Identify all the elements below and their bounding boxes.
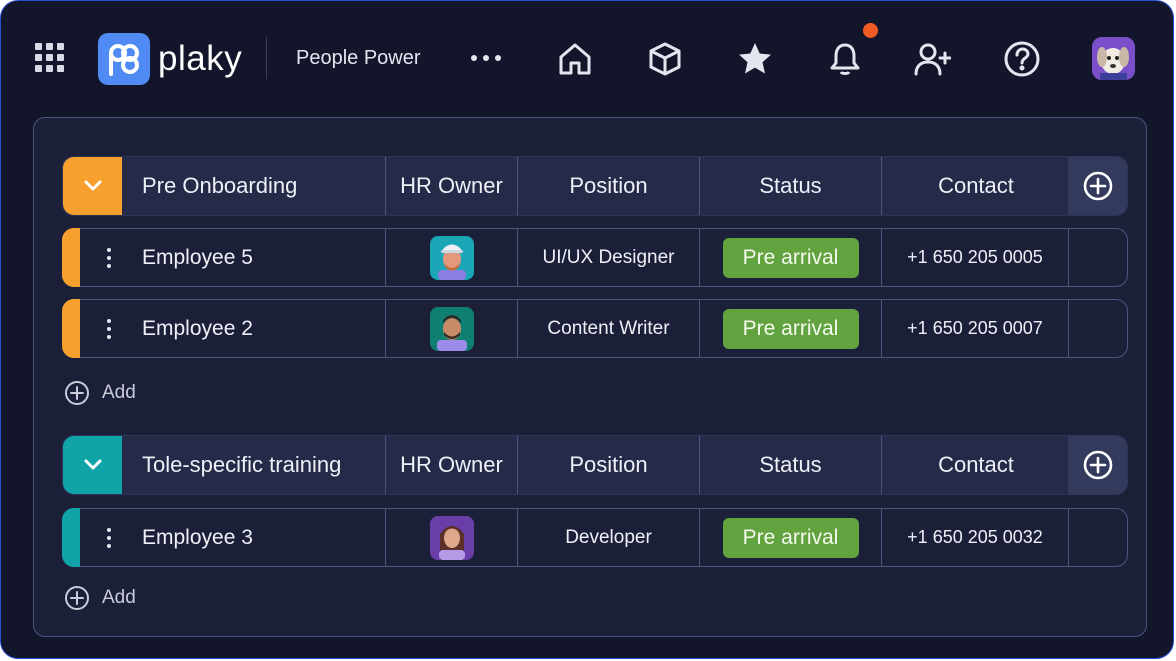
group-header: Pre Onboarding HR Owner Position Status …: [62, 156, 1128, 216]
home-icon[interactable]: [555, 39, 595, 79]
group-title[interactable]: Pre Onboarding: [122, 157, 385, 215]
contact-cell[interactable]: +1 650 205 0005: [881, 229, 1068, 286]
grid-icon[interactable]: [35, 43, 65, 73]
plaky-logo[interactable]: plaky: [98, 33, 242, 85]
status-cell: Pre arrival: [699, 300, 881, 357]
employee-name[interactable]: Employee 3: [122, 509, 385, 566]
column-header-hr-owner[interactable]: HR Owner: [385, 436, 517, 494]
contact-cell[interactable]: +1 650 205 0007: [881, 300, 1068, 357]
status-badge[interactable]: Pre arrival: [722, 517, 859, 558]
hr-owner-cell: [385, 229, 517, 286]
column-header-contact[interactable]: Contact: [881, 157, 1070, 215]
column-header-status[interactable]: Status: [699, 157, 881, 215]
help-icon[interactable]: [1002, 39, 1042, 79]
plaky-logo-mark-icon: [98, 33, 150, 85]
add-item-label: Add: [102, 587, 136, 608]
plus-circle-icon: [1083, 450, 1112, 480]
row-color-stripe: [62, 508, 80, 567]
collapse-button[interactable]: [63, 436, 122, 494]
workspace-name[interactable]: People Power: [296, 47, 421, 70]
plus-circle-icon: [1083, 171, 1112, 201]
empty-cell: [1068, 229, 1127, 286]
status-badge[interactable]: Pre arrival: [722, 308, 859, 349]
cube-icon[interactable]: [645, 39, 685, 79]
employee-name[interactable]: Employee 5: [122, 229, 385, 286]
collapse-button[interactable]: [63, 157, 122, 215]
group-header: Tole-specific training HR Owner Position…: [62, 435, 1128, 495]
column-header-hr-owner[interactable]: HR Owner: [385, 157, 517, 215]
row-menu-icon[interactable]: [97, 317, 121, 341]
add-column-button[interactable]: [1068, 157, 1127, 215]
add-item-button[interactable]: Add: [64, 585, 136, 611]
empty-cell: [1068, 509, 1127, 566]
hr-owner-avatar[interactable]: [429, 515, 474, 560]
status-cell: Pre arrival: [699, 229, 881, 286]
notification-badge: [862, 22, 879, 39]
empty-cell: [1068, 300, 1127, 357]
bell-icon[interactable]: [825, 39, 865, 79]
add-column-button[interactable]: [1068, 436, 1127, 494]
position-cell[interactable]: Developer: [517, 509, 699, 566]
employee-name[interactable]: Employee 2: [122, 300, 385, 357]
board-panel: Pre Onboarding HR Owner Position Status …: [33, 117, 1147, 637]
plus-circle-icon: [65, 586, 89, 610]
status-badge[interactable]: Pre arrival: [722, 237, 859, 278]
user-avatar[interactable]: [1092, 37, 1135, 80]
hr-owner-avatar[interactable]: [429, 306, 474, 351]
column-header-status[interactable]: Status: [699, 436, 881, 494]
position-cell[interactable]: UI/UX Designer: [517, 229, 699, 286]
add-item-button[interactable]: Add: [64, 380, 136, 406]
add-item-label: Add: [102, 382, 136, 403]
row-color-stripe: [62, 228, 80, 287]
hr-owner-avatar[interactable]: [429, 235, 474, 280]
row-color-stripe: [62, 299, 80, 358]
plus-circle-icon: [65, 381, 89, 405]
divider: [266, 37, 267, 79]
table-row[interactable]: Employee 2 Content Writer Pre arrival +1…: [62, 299, 1128, 358]
hr-owner-cell: [385, 509, 517, 566]
star-icon[interactable]: [735, 39, 775, 79]
position-cell[interactable]: Content Writer: [517, 300, 699, 357]
row-menu-icon[interactable]: [97, 246, 121, 270]
row-menu-icon[interactable]: [97, 526, 121, 550]
add-user-icon[interactable]: [912, 39, 952, 79]
group-title[interactable]: Tole-specific training: [122, 436, 385, 494]
brand-name: plaky: [158, 39, 243, 78]
top-bar: plaky People Power: [1, 1, 1173, 117]
contact-cell[interactable]: +1 650 205 0032: [881, 509, 1068, 566]
table-row[interactable]: Employee 5 UI/UX Designer Pre arrival +1…: [62, 228, 1128, 287]
chevron-down-icon: [84, 180, 101, 191]
column-header-contact[interactable]: Contact: [881, 436, 1070, 494]
status-cell: Pre arrival: [699, 509, 881, 566]
more-icon[interactable]: [471, 55, 507, 65]
table-row[interactable]: Employee 3 Developer Pre arrival +1 650 …: [62, 508, 1128, 567]
hr-owner-cell: [385, 300, 517, 357]
chevron-down-icon: [84, 459, 101, 470]
column-header-position[interactable]: Position: [517, 436, 699, 494]
app-window: plaky People Power Pre Onboarding HR Own…: [0, 0, 1174, 659]
column-header-position[interactable]: Position: [517, 157, 699, 215]
